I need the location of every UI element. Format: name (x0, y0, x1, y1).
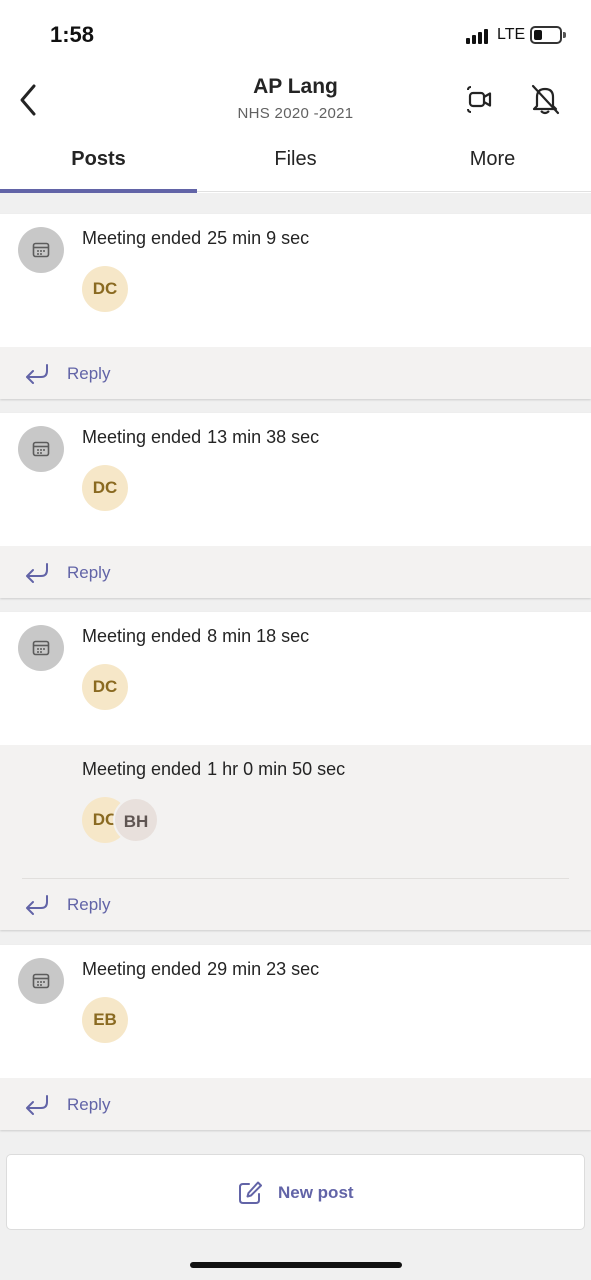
reply-label: Reply (67, 1095, 111, 1114)
calendar-icon (18, 958, 64, 1004)
reply-arrow-icon (26, 895, 48, 915)
reply-button[interactable]: Reply (0, 347, 591, 399)
signal-icon (466, 28, 492, 44)
posts-feed[interactable]: Meeting ended 25 min 9 sec DC Reply Meeti… (0, 193, 591, 1143)
compose-area: New post (0, 1143, 591, 1280)
meeting-duration: 13 min 38 sec (207, 427, 320, 447)
divider (22, 878, 569, 879)
meeting-status: Meeting ended 1 hr 0 min 50 sec (82, 759, 345, 780)
reply-button[interactable]: Reply (0, 546, 591, 598)
meeting-status: Meeting ended 29 min 23 sec (82, 959, 319, 980)
meet-now-icon (467, 86, 492, 113)
meet-now-button[interactable] (464, 84, 496, 116)
avatar[interactable]: EB (82, 997, 128, 1043)
reply-label: Reply (67, 364, 111, 383)
meeting-ended-label: Meeting ended (82, 759, 202, 779)
new-post-button[interactable]: New post (6, 1154, 585, 1230)
post-message[interactable]: Meeting ended 8 min 18 sec DC (0, 612, 591, 745)
page-subtitle: NHS 2020 -2021 (237, 105, 354, 122)
channel-tabs: Posts Files More (0, 132, 591, 193)
reply-button[interactable]: Reply (0, 878, 591, 930)
home-indicator[interactable] (190, 1262, 402, 1268)
meeting-duration: 1 hr 0 min 50 sec (207, 759, 346, 779)
page-title: AP Lang (253, 75, 338, 98)
compose-icon (239, 1181, 262, 1204)
meeting-status: Meeting ended 13 min 38 sec (82, 427, 319, 448)
reply-label: Reply (67, 895, 111, 914)
network-label: LTE (497, 26, 526, 43)
calendar-icon (18, 625, 64, 671)
avatar[interactable]: DC (82, 664, 128, 710)
meeting-duration: 25 min 9 sec (207, 228, 310, 248)
post-card: Meeting ended 25 min 9 sec DC Reply (0, 214, 591, 399)
meeting-duration: 8 min 18 sec (207, 626, 310, 646)
meeting-ended-label: Meeting ended (82, 228, 202, 248)
tab-files[interactable]: Files (197, 132, 394, 192)
reply-message[interactable]: Meeting ended 1 hr 0 min 50 sec DC BH (0, 745, 591, 878)
avatar[interactable]: DC (82, 465, 128, 511)
bell-off-icon (531, 84, 560, 115)
meeting-ended-label: Meeting ended (82, 959, 202, 979)
meeting-status: Meeting ended 25 min 9 sec (82, 228, 309, 249)
post-message[interactable]: Meeting ended 29 min 23 sec EB (0, 945, 591, 1078)
post-message[interactable]: Meeting ended 13 min 38 sec DC (0, 413, 591, 546)
battery-icon (530, 26, 566, 44)
tab-posts[interactable]: Posts (0, 132, 197, 193)
meeting-ended-label: Meeting ended (82, 626, 202, 646)
post-card: Meeting ended 8 min 18 sec DC Meeting end… (0, 612, 591, 930)
status-bar: 1:58 LTE (0, 0, 591, 62)
calendar-icon (18, 227, 64, 273)
reply-arrow-icon (26, 364, 48, 384)
reply-label: Reply (67, 563, 111, 582)
calendar-icon (18, 426, 64, 472)
reply-arrow-icon (26, 563, 48, 583)
channel-header: AP Lang NHS 2020 -2021 (0, 62, 591, 132)
new-post-label: New post (278, 1183, 354, 1202)
notifications-off-button[interactable] (528, 82, 562, 116)
reply-arrow-icon (26, 1095, 48, 1115)
avatar[interactable]: BH (113, 797, 159, 843)
avatar[interactable]: DC (82, 266, 128, 312)
meeting-status: Meeting ended 8 min 18 sec (82, 626, 309, 647)
reply-button[interactable]: Reply (0, 1078, 591, 1130)
post-message[interactable]: Meeting ended 25 min 9 sec DC (0, 214, 591, 347)
meeting-ended-label: Meeting ended (82, 427, 202, 447)
tab-more[interactable]: More (394, 132, 591, 192)
meeting-duration: 29 min 23 sec (207, 959, 320, 979)
post-card: Meeting ended 29 min 23 sec EB Reply (0, 945, 591, 1130)
status-time: 1:58 (50, 22, 95, 47)
post-card: Meeting ended 13 min 38 sec DC Reply (0, 413, 591, 598)
